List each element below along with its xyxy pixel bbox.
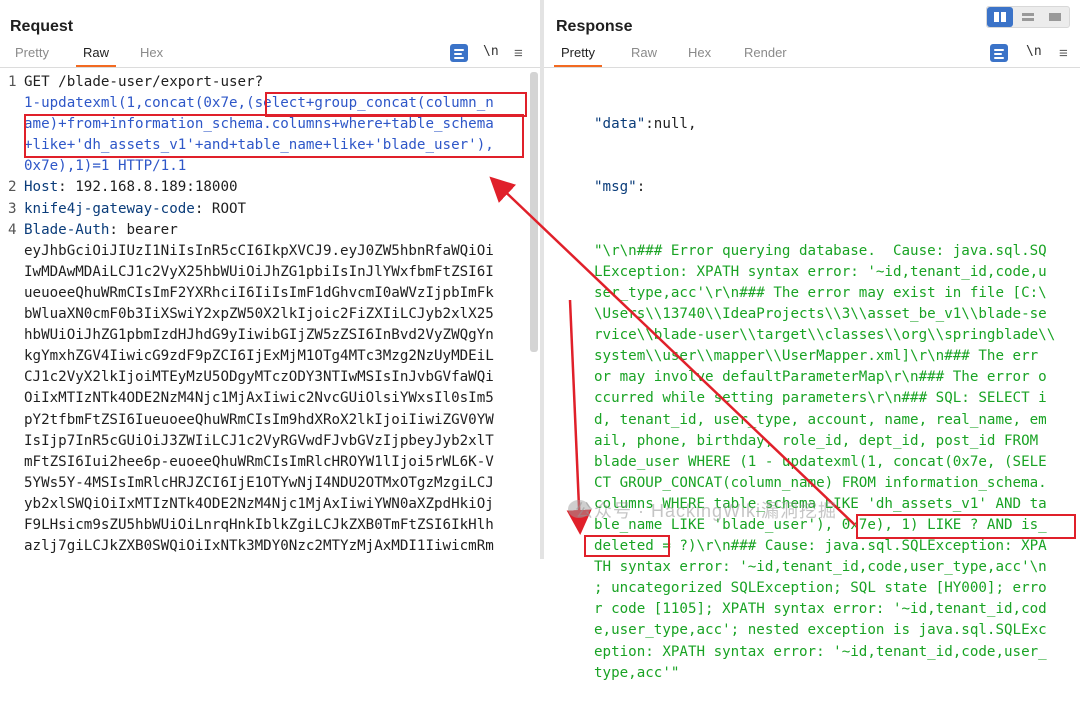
response-msg-line: r code [1105]; XPATH syntax error: '~id,… <box>594 601 1047 618</box>
arrow-to-request <box>489 176 856 526</box>
response-msg-line: e,user_type,acc'; nested exception is ja… <box>594 622 1047 639</box>
response-msg-line: eption: XPATH syntax error: '~id,tenant_… <box>594 643 1047 660</box>
response-msg-line: TH syntax error: '~id,tenant_id,code,use… <box>594 559 1047 576</box>
response-msg-line: ; uncategorized SQLException; SQL state … <box>594 580 1047 597</box>
arrow-to-result <box>566 299 592 535</box>
annotation-arrows <box>489 176 856 535</box>
response-msg-line: type,acc'" <box>594 664 680 681</box>
watermark: 公众号 · HackingWiki漏洞挖掘 <box>575 501 838 521</box>
